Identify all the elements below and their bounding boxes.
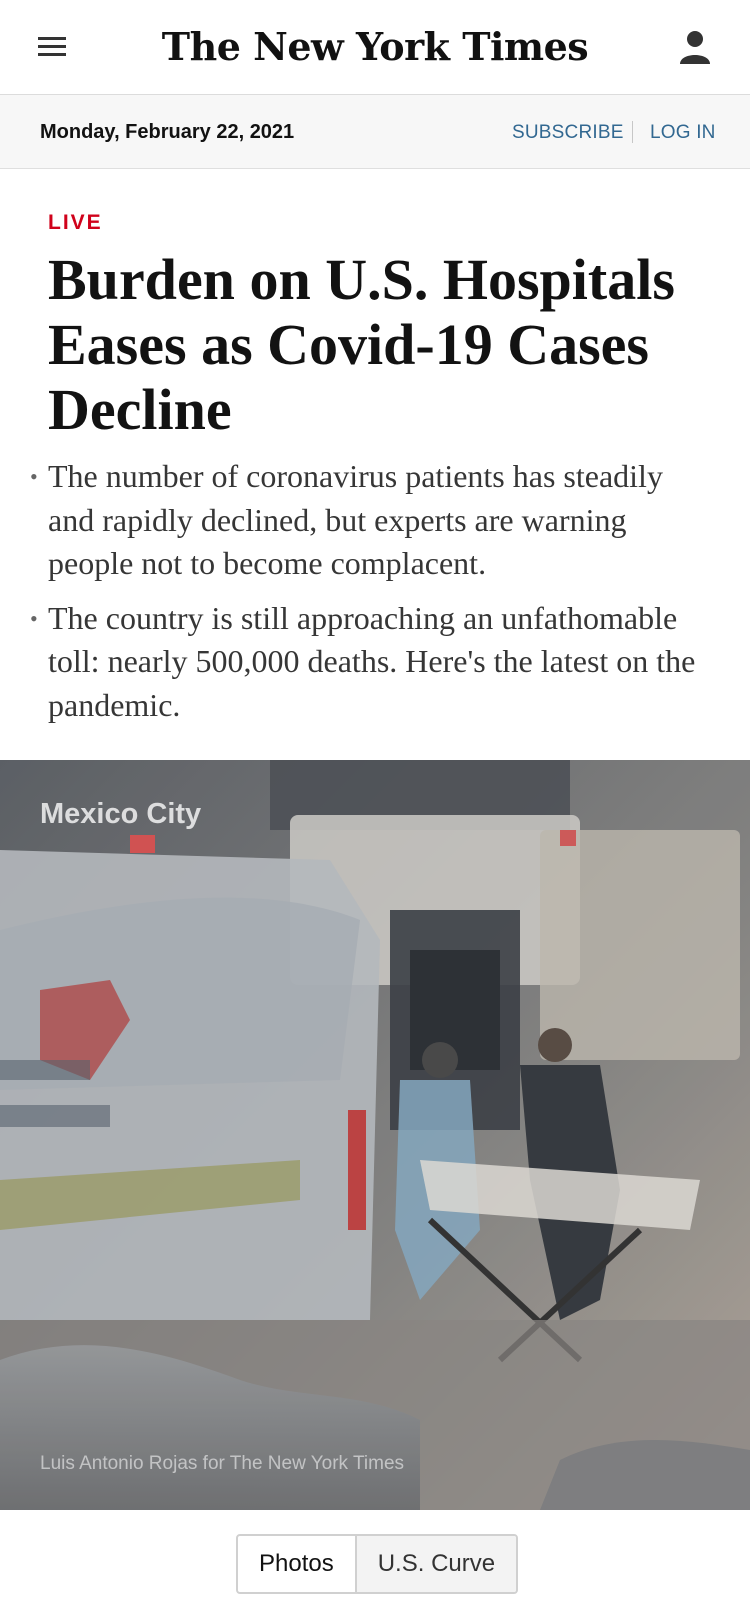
- summary-text: The number of coronavirus patients has s…: [48, 458, 663, 581]
- photo-location-label: Mexico City: [40, 798, 202, 830]
- bullet-dot-icon: •: [30, 605, 38, 631]
- subscribe-link[interactable]: SUBSCRIBE: [512, 122, 624, 144]
- login-link[interactable]: LOG IN: [650, 122, 716, 144]
- photo-credit: Luis Antonio Rojas for The New York Time…: [40, 1453, 405, 1474]
- bullet-dot-icon: •: [30, 464, 38, 489]
- media-tabs: Photos U.S. Curve: [236, 1534, 519, 1594]
- summary-text: The country is still approaching an unfa…: [48, 599, 696, 723]
- masthead: The New York Times: [0, 0, 750, 95]
- nyt-logo[interactable]: The New York Times: [0, 20, 750, 74]
- tab-us-curve[interactable]: U.S. Curve: [354, 1536, 517, 1592]
- summary-bullet: • The country is still approaching an un…: [0, 597, 750, 728]
- date-bar: Monday, February 22, 2021 SUBSCRIBE LOG …: [0, 95, 750, 169]
- current-date: Monday, February 22, 2021: [40, 121, 295, 143]
- link-divider: [632, 121, 633, 143]
- lead-photo[interactable]: Mexico City Luis Antonio Rojas for The N…: [0, 760, 750, 1510]
- ambulance-photo-illustration: [0, 760, 750, 1510]
- article-summary: • The number of coronavirus patients has…: [0, 455, 750, 738]
- user-account-icon[interactable]: [676, 28, 716, 68]
- tab-photos[interactable]: Photos: [238, 1536, 355, 1592]
- summary-bullet: • The number of coronavirus patients has…: [0, 455, 750, 586]
- live-kicker: LIVE: [48, 211, 103, 234]
- article-headline[interactable]: Burden on U.S. Hospitals Eases as Covid-…: [48, 247, 728, 442]
